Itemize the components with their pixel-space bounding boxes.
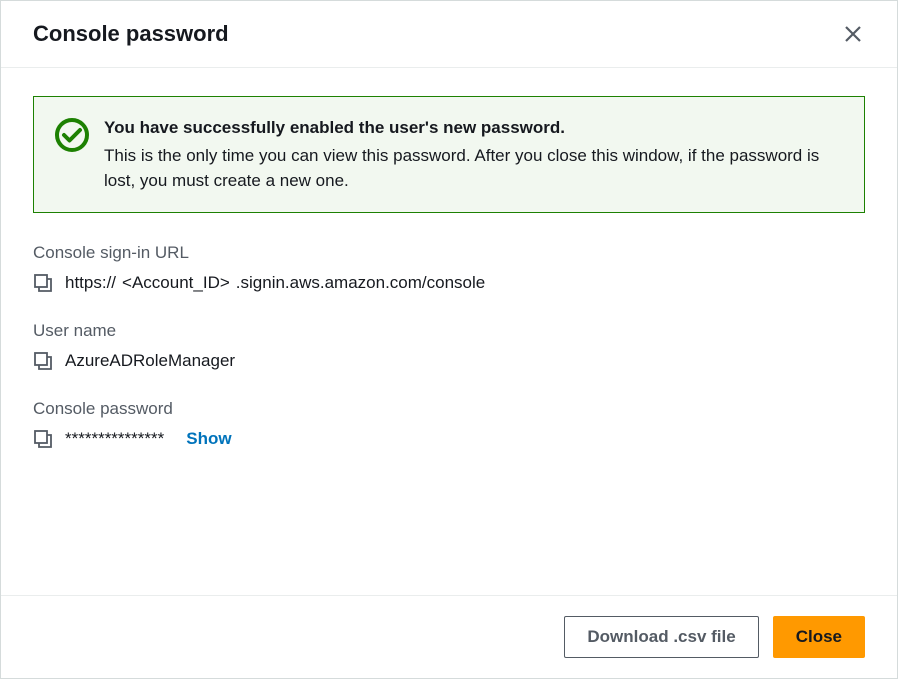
signin-url-label: Console sign-in URL <box>33 243 865 263</box>
username-label: User name <box>33 321 865 341</box>
show-password-link[interactable]: Show <box>186 429 231 449</box>
copy-icon[interactable] <box>33 351 53 371</box>
alert-content: You have successfully enabled the user's… <box>104 115 844 194</box>
password-field: Console password *************** Show <box>33 399 865 449</box>
signin-url-value: https:// <Account_ID> .signin.aws.amazon… <box>65 273 485 293</box>
copy-icon[interactable] <box>33 273 53 293</box>
signin-url-value-row: https:// <Account_ID> .signin.aws.amazon… <box>33 273 865 293</box>
signin-url-field: Console sign-in URL https:// <Account_ID… <box>33 243 865 293</box>
close-icon[interactable] <box>841 22 865 46</box>
password-masked: *************** <box>65 429 164 449</box>
check-circle-icon <box>54 117 90 153</box>
alert-title: You have successfully enabled the user's… <box>104 115 844 141</box>
url-prefix: https:// <box>65 273 116 293</box>
username-field: User name AzureADRoleManager <box>33 321 865 371</box>
url-account-id: <Account_ID> <box>122 273 230 293</box>
alert-description: This is the only time you can view this … <box>104 143 844 194</box>
url-suffix: .signin.aws.amazon.com/console <box>236 273 485 293</box>
console-password-modal: Console password You have successfully e… <box>0 0 898 679</box>
download-csv-button[interactable]: Download .csv file <box>564 616 758 658</box>
password-label: Console password <box>33 399 865 419</box>
username-value-row: AzureADRoleManager <box>33 351 865 371</box>
success-alert: You have successfully enabled the user's… <box>33 96 865 213</box>
close-button[interactable]: Close <box>773 616 865 658</box>
modal-title: Console password <box>33 21 229 47</box>
modal-body: You have successfully enabled the user's… <box>1 68 897 595</box>
copy-icon[interactable] <box>33 429 53 449</box>
modal-footer: Download .csv file Close <box>1 595 897 678</box>
username-value: AzureADRoleManager <box>65 351 235 371</box>
password-value-row: *************** Show <box>33 429 865 449</box>
modal-header: Console password <box>1 1 897 68</box>
